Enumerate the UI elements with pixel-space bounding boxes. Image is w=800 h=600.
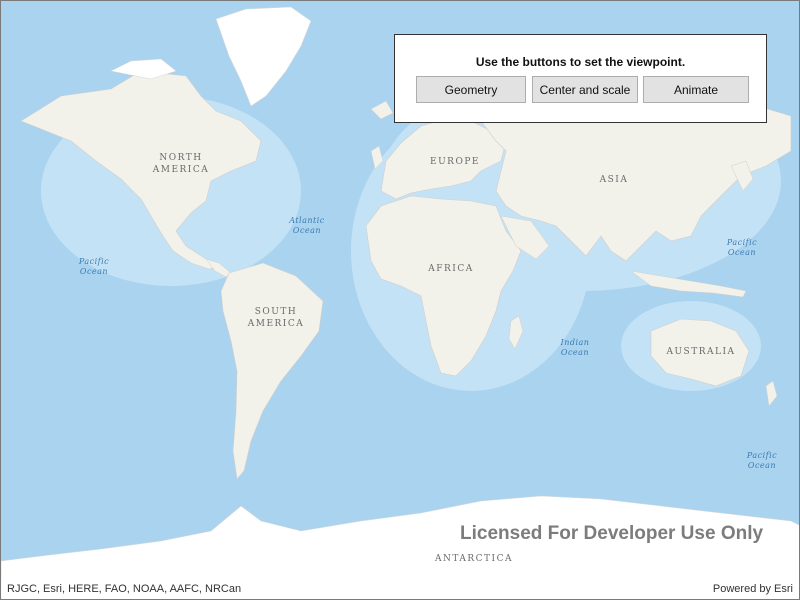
ocean-label-pacific-east: Pacific Ocean	[726, 238, 758, 257]
animate-button[interactable]: Animate	[643, 76, 749, 103]
continent-label-antarctica: ANTARCTICA	[435, 554, 513, 564]
continent-label-europe: EUROPE	[430, 157, 480, 167]
powered-by-esri: Powered by Esri	[712, 583, 793, 595]
continent-label-australia: AUSTRALIA	[666, 347, 736, 357]
panel-title: Use the buttons to set the viewpoint.	[475, 55, 686, 69]
geometry-button[interactable]: Geometry	[416, 76, 526, 103]
developer-license-watermark: Licensed For Developer Use Only	[460, 523, 764, 544]
map-view[interactable]: NORTH AMERICA SOUTH AMERICA EUROPE ASIA …	[0, 0, 800, 600]
ocean-label-pacific-west: Pacific Ocean	[78, 257, 110, 276]
continent-label-north-america: NORTH AMERICA	[152, 153, 210, 175]
continent-label-africa: AFRICA	[428, 264, 474, 274]
attribution-sources[interactable]: RJGC, Esri, HERE, FAO, NOAA, AAFC, NRCan	[7, 583, 241, 595]
continent-label-asia: ASIA	[599, 175, 629, 185]
attribution-bar: RJGC, Esri, HERE, FAO, NOAA, AAFC, NRCan…	[1, 580, 799, 599]
viewpoint-panel: Use the buttons to set the viewpoint. Ge…	[394, 34, 767, 123]
continent-label-south-america: SOUTH AMERICA	[247, 307, 305, 329]
center-and-scale-button[interactable]: Center and scale	[532, 76, 638, 103]
ocean-label-pacific-southeast: Pacific Ocean	[746, 451, 778, 470]
ocean-label-indian: Indian Ocean	[560, 338, 590, 357]
ocean-label-atlantic: Atlantic Ocean	[289, 216, 325, 235]
